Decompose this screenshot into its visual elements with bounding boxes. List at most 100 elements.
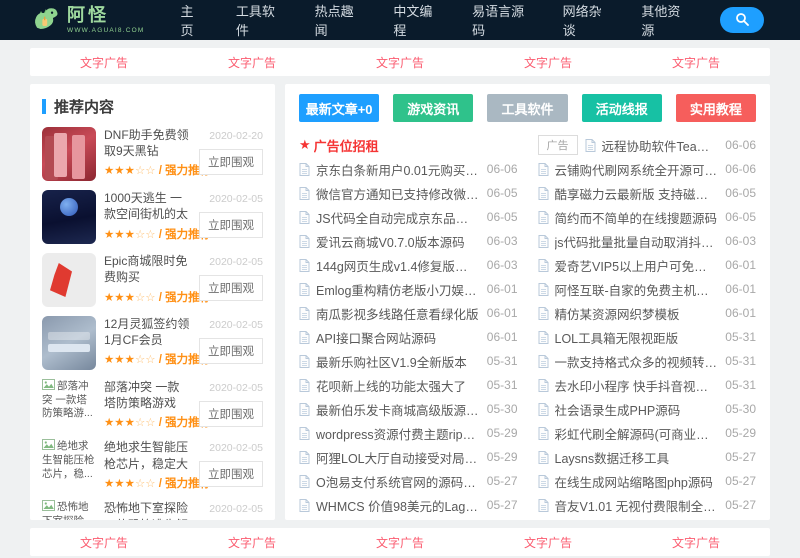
- star-empty-icons: ☆☆: [134, 354, 156, 367]
- view-now-button[interactable]: 立即围观: [199, 338, 263, 364]
- text-ad-link[interactable]: 文字广告: [672, 534, 720, 551]
- text-ad-link[interactable]: 文字广告: [228, 534, 276, 551]
- view-now-button[interactable]: 立即围观: [199, 461, 263, 488]
- article-title[interactable]: 精仿某资源网织梦模板: [555, 304, 718, 323]
- tab-3[interactable]: 活动线报: [581, 94, 662, 122]
- article-title[interactable]: 144g网页生成v1.4修复版源码: [316, 256, 479, 275]
- nav-item-1[interactable]: 工具软件: [236, 1, 283, 39]
- article-title[interactable]: 在线生成网站缩略图php源码: [555, 472, 718, 491]
- article-date: 05-27: [725, 474, 756, 488]
- article-title[interactable]: JS代码全自动完成京东品牌狂欢城活动任务: [316, 208, 479, 227]
- article-row: 京东白条新用户0.01元购买3个月爱奇艺黄... 06-06: [299, 157, 518, 181]
- article-title[interactable]: 简约而不简单的在线搜题源码: [555, 208, 718, 227]
- view-now-button[interactable]: 立即围观: [199, 212, 263, 238]
- nav-item-2[interactable]: 热点趣闻: [315, 1, 362, 39]
- article-title[interactable]: 爱奇艺VIP5以上用户可免费发爱奇艺VIP红包: [555, 256, 718, 275]
- article-title[interactable]: js代码批量批量自动取消抖音关注: [555, 232, 718, 251]
- article-title[interactable]: WHMCS 价值98美元的Lagom模板开源: [316, 496, 479, 515]
- nav-item-5[interactable]: 网络杂谈: [563, 1, 610, 39]
- article-title[interactable]: LOL工具箱无限视距版: [555, 328, 718, 347]
- tab-0[interactable]: 最新文章+0: [299, 94, 380, 122]
- article-title[interactable]: 云铺购代刷网系统全开源可运营程序搭建: [555, 160, 718, 179]
- article-title[interactable]: 酷享磁力云最新版 支持磁力搜索下载和一...: [555, 184, 718, 203]
- article-date: 05-30: [725, 402, 756, 416]
- star-rating: ★★★☆☆ / 强力推荐: [104, 475, 211, 491]
- text-ad-link[interactable]: 文字广告: [524, 534, 572, 551]
- document-icon: [585, 138, 596, 152]
- article-columns: ★广告位招租京东白条新用户0.01元购买3个月爱奇艺黄... 06-06 微信官方通…: [299, 133, 756, 514]
- document-icon: [538, 210, 549, 224]
- article-title[interactable]: Laysns数据迁移工具: [555, 448, 718, 467]
- broken-thumbnail: 部落冲突 一款塔防策略游...: [42, 379, 96, 431]
- recommendation-title[interactable]: 12月灵狐签约领1月CF会员: [104, 316, 191, 348]
- view-now-button[interactable]: 立即围观: [199, 149, 263, 175]
- star-icon: ★: [299, 137, 311, 152]
- text-ad-link[interactable]: 文字广告: [376, 534, 424, 551]
- article-date: 06-06: [725, 138, 756, 152]
- thumbnail[interactable]: [42, 316, 96, 370]
- tab-4[interactable]: 实用教程: [675, 94, 757, 122]
- article-row: O泡易支付系统官网的源码开源 05-27: [299, 469, 518, 493]
- article-title[interactable]: 最新伯乐发卡商城高级版源码 无后门: [316, 400, 479, 419]
- article-title[interactable]: 京东白条新用户0.01元购买3个月爱奇艺黄...: [316, 160, 479, 179]
- thumbnail[interactable]: [42, 127, 96, 181]
- article-title[interactable]: 微信官方通知已支持修改微信号: [316, 184, 479, 203]
- article-title[interactable]: 社会语录生成PHP源码: [555, 400, 718, 419]
- recommendation-item: 恐怖地下室探险 一款恐怖...恐怖地下室探险 一款恐怖逃生解谜类游戏★★★☆☆ …: [42, 500, 263, 520]
- search-button[interactable]: [720, 7, 764, 33]
- text-ad-link[interactable]: 文字广告: [80, 54, 128, 71]
- view-now-button[interactable]: 立即围观: [199, 275, 263, 301]
- recommendation-title[interactable]: DNF助手免费领取9天黑钻: [104, 127, 191, 159]
- site-logo[interactable]: 阿怪 WWW.AGUAI8.COM: [30, 4, 144, 37]
- article-title[interactable]: 最新乐购社区V1.9全新版本: [316, 352, 479, 371]
- article-title[interactable]: 爱讯云商城V0.7.0版本源码: [316, 232, 479, 251]
- tab-2[interactable]: 工具软件: [487, 94, 568, 122]
- site-tagline: WWW.AGUAI8.COM: [67, 27, 145, 34]
- text-ad-link[interactable]: 文字广告: [672, 54, 720, 71]
- nav-item-6[interactable]: 其他资源: [641, 1, 688, 39]
- article-date: 05-31: [725, 354, 756, 368]
- article-column-right: 广告远程协助软件TeamViewer v11 单文件版06-06云铺购代刷网系统…: [537, 133, 756, 514]
- article-title[interactable]: 音友V1.01 无视付费限制全网音乐无损免费...: [555, 496, 718, 515]
- article-title[interactable]: 阿怪互联-自家的免费主机第一批正式开启: [555, 280, 718, 299]
- thumbnail[interactable]: [42, 253, 96, 307]
- nav-item-3[interactable]: 中文编程: [393, 1, 440, 39]
- recommendation-title[interactable]: 绝地求生智能压枪芯片，稳定大号使用，永久免费: [104, 439, 191, 472]
- tab-1[interactable]: 游戏资讯: [393, 94, 474, 122]
- document-icon: [538, 426, 549, 440]
- text-ad-link[interactable]: 文字广告: [524, 54, 572, 71]
- nav-item-0[interactable]: 主页: [180, 1, 203, 39]
- thumbnail[interactable]: [42, 190, 96, 244]
- text-ad-link[interactable]: 文字广告: [228, 54, 276, 71]
- recommendation-title[interactable]: 1000天逃生 一款空间街机的太空模拟经营游戏: [104, 190, 191, 223]
- article-column-left: ★广告位招租京东白条新用户0.01元购买3个月爱奇艺黄... 06-06 微信官方通…: [299, 133, 518, 514]
- recommendation-title[interactable]: 部落冲突 一款塔防策略游戏: [104, 379, 191, 411]
- star-rating: ★★★☆☆ / 强力推荐: [104, 226, 211, 242]
- article-title[interactable]: 阿狸LOL大厅自动接受对局工具: [316, 448, 479, 467]
- star-empty-icons: ☆☆: [134, 165, 156, 178]
- article-title[interactable]: API接口聚合网站源码: [316, 328, 479, 347]
- view-now-button[interactable]: 立即围观: [199, 401, 263, 427]
- article-title[interactable]: 彩虹代刷全解源码(可商业用途 防黑): [555, 424, 718, 443]
- document-icon: [538, 186, 549, 200]
- recommendation-title[interactable]: Epic商城限时免费购买《SUPERHOT》游戏: [104, 253, 191, 286]
- article-title[interactable]: wordpress资源付费主题ripro6.7含美化包...: [316, 424, 479, 443]
- document-icon: [538, 330, 549, 344]
- content-area: 推荐内容 DNF助手免费领取9天黑钻 ★★★☆☆ / 强力推荐 2020-02-20…: [30, 84, 770, 520]
- article-date: 05-29: [486, 450, 518, 464]
- article-title[interactable]: 远程协助软件TeamViewer v11 单文件版: [602, 136, 718, 155]
- article-title[interactable]: Emlog重构精仿老版小刀娱乐网HFoldao模...: [316, 280, 479, 299]
- article-date: 05-30: [486, 402, 518, 416]
- text-ad-link[interactable]: 文字广告: [80, 534, 128, 551]
- recommendation-item: Epic商城限时免费购买《SUPERHOT》游戏 ★★★☆☆ / 强力推荐 2020…: [42, 253, 263, 307]
- text-ad-link[interactable]: 文字广告: [376, 54, 424, 71]
- ad-slot-title[interactable]: 广告位招租: [314, 136, 518, 155]
- article-title[interactable]: 一款支持格式众多的视频转换器: [555, 352, 718, 371]
- article-title[interactable]: 花呗新上线的功能太强大了: [316, 376, 479, 395]
- recommendation-title[interactable]: 恐怖地下室探险 一款恐怖逃生解谜类游戏: [104, 500, 191, 520]
- document-icon: [299, 426, 310, 440]
- article-title[interactable]: 南瓜影视多线路任意看绿化版: [316, 304, 479, 323]
- nav-item-4[interactable]: 易语言源码: [472, 1, 530, 39]
- article-title[interactable]: O泡易支付系统官网的源码开源: [316, 472, 479, 491]
- article-title[interactable]: 去水印小程序 快手抖音视频搬运工上热门...: [555, 376, 718, 395]
